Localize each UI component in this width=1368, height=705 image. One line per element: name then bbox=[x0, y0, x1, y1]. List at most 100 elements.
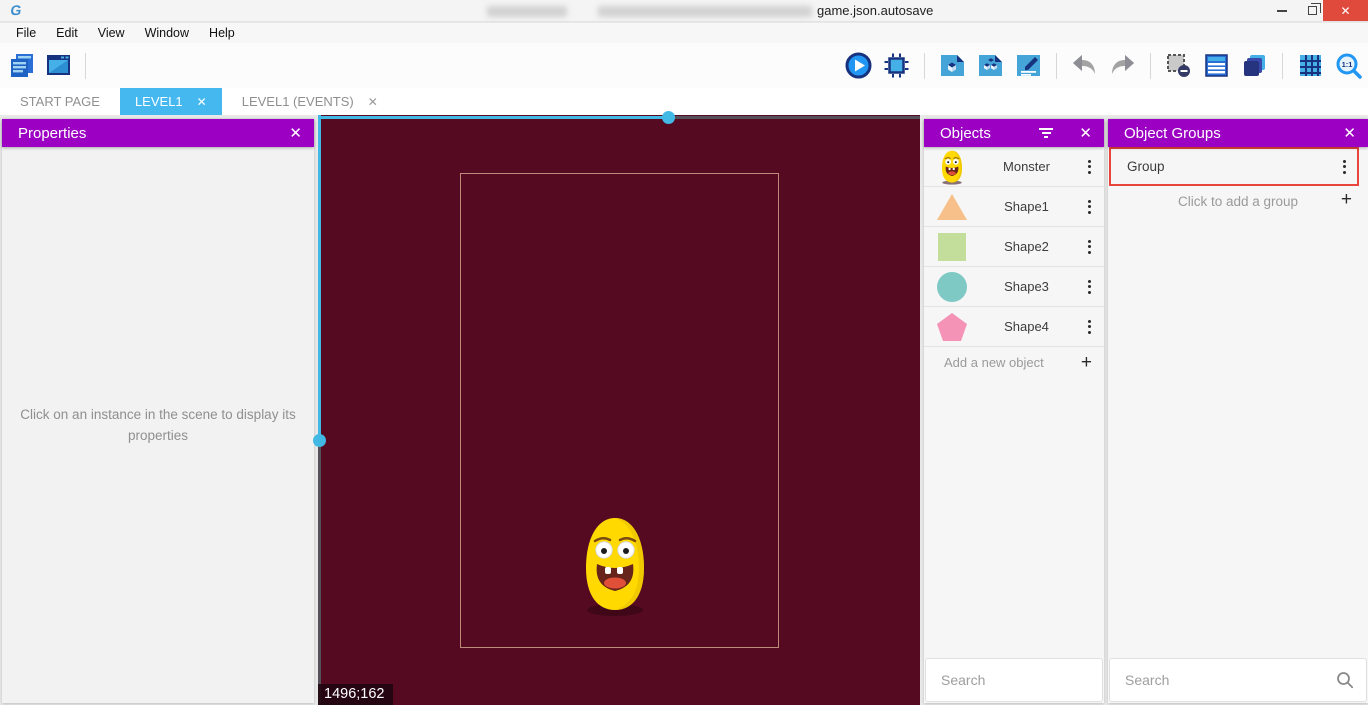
menu-bar: File Edit View Window Help bbox=[0, 23, 1368, 43]
monster-thumbnail bbox=[934, 149, 970, 185]
objects-search-input[interactable] bbox=[926, 672, 1128, 688]
options-kebab-icon[interactable] bbox=[1083, 316, 1096, 338]
panel-title: Objects bbox=[940, 125, 1039, 142]
object-label: Shape1 bbox=[970, 199, 1083, 214]
object-row-shape3[interactable]: Shape3 bbox=[924, 267, 1104, 307]
menu-edit[interactable]: Edit bbox=[46, 23, 88, 43]
titlebar: G game.json.autosave ✕ bbox=[0, 0, 1368, 22]
svg-text:1:1: 1:1 bbox=[1342, 60, 1353, 69]
horizontal-scrollbar-track[interactable] bbox=[675, 116, 920, 119]
horizontal-scrollbar[interactable] bbox=[318, 116, 675, 119]
groups-search-box bbox=[1109, 658, 1367, 702]
mask-icon[interactable] bbox=[1165, 52, 1192, 79]
vertical-scrollbar[interactable] bbox=[318, 115, 321, 440]
toolbar-right-group: 1:1 bbox=[845, 43, 1362, 88]
minimize-icon bbox=[1277, 10, 1287, 12]
close-icon: ✕ bbox=[1340, 4, 1350, 18]
tab-start-page[interactable]: START PAGE bbox=[0, 88, 120, 115]
properties-panel-header: Properties ✕ bbox=[2, 119, 314, 147]
object-row-shape2[interactable]: Shape2 bbox=[924, 227, 1104, 267]
toolbar: 1:1 bbox=[0, 43, 1368, 88]
filter-icon[interactable] bbox=[1039, 128, 1053, 138]
tab-level1-events[interactable]: LEVEL1 (EVENTS) ✕ bbox=[222, 88, 398, 115]
menu-file[interactable]: File bbox=[6, 23, 46, 43]
edit-scene-properties-icon[interactable] bbox=[1015, 52, 1042, 79]
properties-panel: Properties ✕ Click on an instance in the… bbox=[2, 119, 314, 703]
objects-panel-header: Objects ✕ bbox=[924, 119, 1104, 147]
panel-title: Properties bbox=[18, 125, 277, 142]
toolbar-left-group bbox=[8, 43, 89, 88]
object-row-shape4[interactable]: Shape4 bbox=[924, 307, 1104, 347]
close-panel-icon[interactable]: ✕ bbox=[289, 124, 302, 142]
vertical-scrollbar-track[interactable] bbox=[318, 440, 321, 705]
square-thumbnail bbox=[934, 229, 970, 265]
object-row-shape1[interactable]: Shape1 bbox=[924, 187, 1104, 227]
editor-tabbar: START PAGE LEVEL1 ✕ LEVEL1 (EVENTS) ✕ bbox=[0, 88, 1368, 115]
blurred-path-segment bbox=[487, 6, 567, 17]
close-window-button[interactable]: ✕ bbox=[1323, 0, 1368, 21]
object-label: Shape2 bbox=[970, 239, 1083, 254]
options-kebab-icon[interactable] bbox=[1083, 196, 1096, 218]
options-kebab-icon[interactable] bbox=[1338, 156, 1351, 178]
close-panel-icon[interactable]: ✕ bbox=[1343, 124, 1356, 142]
circle-thumbnail bbox=[934, 269, 970, 305]
add-group-button[interactable]: Click to add a group + bbox=[1108, 186, 1368, 216]
play-icon[interactable] bbox=[845, 52, 872, 79]
restore-button[interactable] bbox=[1298, 0, 1326, 21]
group-row-highlighted[interactable]: Group bbox=[1109, 147, 1359, 186]
options-kebab-icon[interactable] bbox=[1083, 276, 1096, 298]
project-manager-icon[interactable] bbox=[8, 52, 35, 79]
tab-close-icon[interactable]: ✕ bbox=[197, 95, 207, 109]
add-object-icon[interactable] bbox=[939, 52, 966, 79]
grid-icon[interactable] bbox=[1297, 52, 1324, 79]
tab-label: START PAGE bbox=[20, 94, 100, 109]
add-new-object-button[interactable]: Add a new object + bbox=[924, 347, 1104, 377]
properties-empty-message: Click on an instance in the scene to dis… bbox=[8, 405, 308, 447]
menu-window[interactable]: Window bbox=[135, 23, 199, 43]
instances-list-icon[interactable] bbox=[1203, 52, 1230, 79]
objects-search-box bbox=[925, 658, 1103, 702]
plus-icon: + bbox=[1081, 353, 1092, 372]
undo-icon[interactable] bbox=[1071, 52, 1098, 79]
groups-search-input[interactable] bbox=[1110, 672, 1332, 688]
group-label: Group bbox=[1127, 159, 1338, 174]
minimize-button[interactable] bbox=[1268, 0, 1296, 21]
start-page-icon[interactable] bbox=[45, 52, 72, 79]
add-object-group-icon[interactable] bbox=[977, 52, 1004, 79]
object-groups-panel: Object Groups ✕ Group Click to add a gro… bbox=[1108, 119, 1368, 703]
vertical-scroll-handle[interactable] bbox=[313, 434, 326, 447]
object-label: Shape4 bbox=[970, 319, 1083, 334]
triangle-thumbnail bbox=[934, 189, 970, 225]
object-row-monster[interactable]: Monster bbox=[924, 147, 1104, 187]
toolbar-divider bbox=[1150, 53, 1151, 79]
options-kebab-icon[interactable] bbox=[1083, 236, 1096, 258]
options-kebab-icon[interactable] bbox=[1083, 156, 1096, 178]
cursor-coordinates: 1496;162 bbox=[318, 684, 393, 705]
scene-canvas[interactable]: 1496;162 bbox=[318, 115, 920, 705]
tab-level1[interactable]: LEVEL1 ✕ bbox=[120, 88, 222, 115]
menu-help[interactable]: Help bbox=[199, 23, 245, 43]
objects-panel: Objects ✕ Monster Shape1 Shape2 bbox=[924, 119, 1104, 703]
layers-icon[interactable] bbox=[1241, 52, 1268, 79]
redo-icon[interactable] bbox=[1109, 52, 1136, 79]
debugger-icon[interactable] bbox=[883, 52, 910, 79]
add-object-label: Add a new object bbox=[944, 355, 1081, 370]
toolbar-divider bbox=[85, 53, 86, 79]
gdevelop-window: G game.json.autosave ✕ File Edit View Wi… bbox=[0, 0, 1368, 705]
restore-icon bbox=[1308, 6, 1317, 15]
plus-icon: + bbox=[1341, 190, 1352, 209]
tab-label: LEVEL1 (EVENTS) bbox=[242, 94, 354, 109]
object-groups-panel-header: Object Groups ✕ bbox=[1108, 119, 1368, 147]
close-panel-icon[interactable]: ✕ bbox=[1079, 124, 1092, 142]
search-icon bbox=[1332, 671, 1366, 689]
tab-label: LEVEL1 bbox=[135, 94, 183, 109]
toolbar-divider bbox=[1056, 53, 1057, 79]
add-group-label: Click to add a group bbox=[1108, 194, 1368, 209]
monster-instance[interactable] bbox=[577, 513, 653, 622]
tab-close-icon[interactable]: ✕ bbox=[368, 95, 378, 109]
blurred-path-segment bbox=[598, 6, 812, 17]
menu-view[interactable]: View bbox=[88, 23, 135, 43]
toolbar-divider bbox=[1282, 53, 1283, 79]
horizontal-scroll-handle[interactable] bbox=[662, 111, 675, 124]
zoom-original-icon[interactable]: 1:1 bbox=[1335, 52, 1362, 79]
